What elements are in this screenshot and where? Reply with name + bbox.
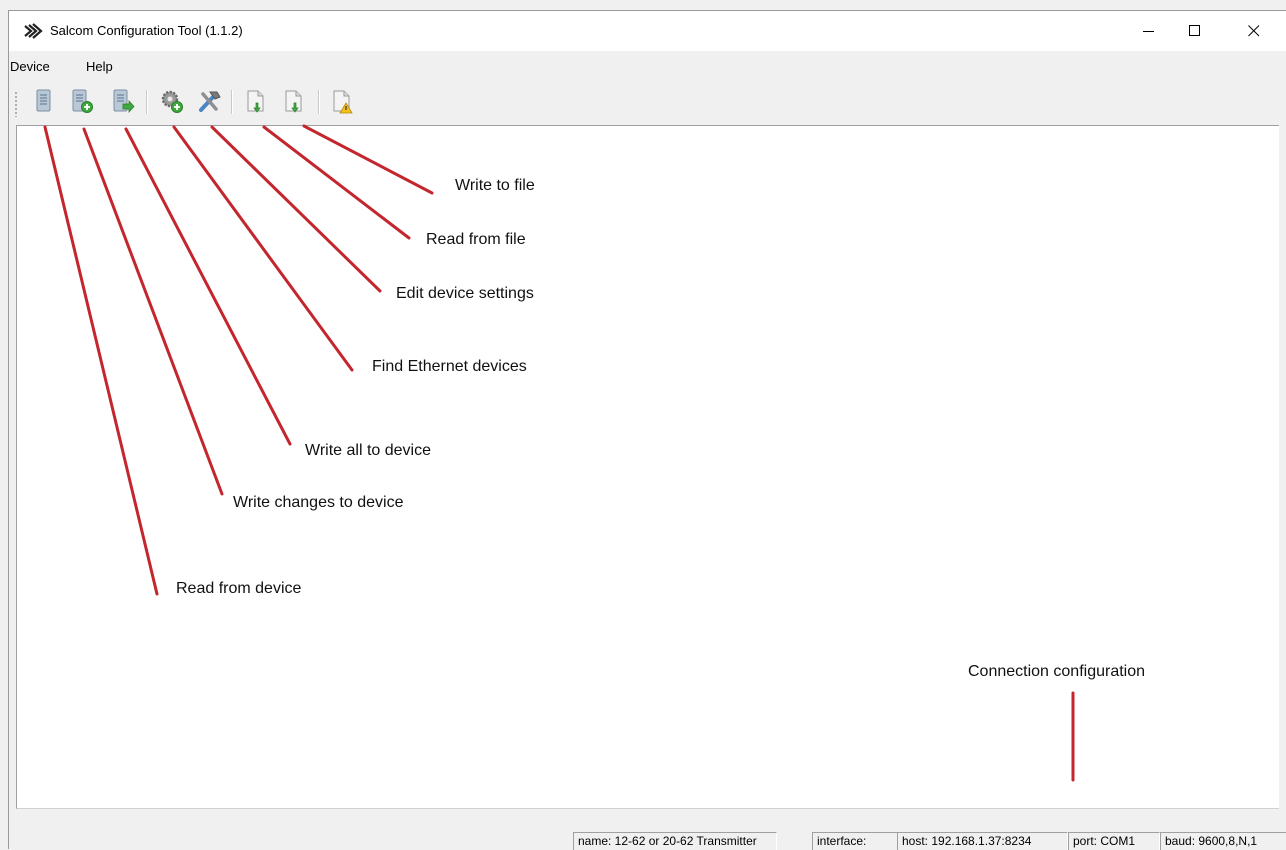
status-interface: interface: [812,832,898,850]
menu-device[interactable]: Device [10,59,50,74]
device-write-all-icon [113,89,135,114]
minimize-button[interactable] [1126,11,1172,51]
toolbar-separator [231,90,233,114]
status-host: host: 192.168.1.37:8234 [897,832,1068,850]
label-connection-configuration: Connection configuration [968,663,1146,680]
status-baud: baud: 9600,8,N,1 [1160,832,1286,850]
status-bar: name: 12-62 or 20-62 Transmitter interfa… [9,823,1286,850]
write-to-file-button[interactable] [282,88,306,114]
file-open-icon [247,90,264,113]
minimize-icon [1143,31,1154,32]
label-edit-device-settings: Edit device settings [396,285,534,302]
edit-device-settings-button[interactable] [196,88,221,114]
close-icon [1248,25,1260,37]
window-title: Salcom Configuration Tool (1.1.2) [50,23,243,38]
salcom-logo-icon [24,23,43,39]
maximize-button[interactable] [1172,11,1218,51]
title-bar[interactable]: Salcom Configuration Tool (1.1.2) [9,11,1286,51]
read-from-file-button[interactable] [244,88,268,114]
file-save-icon [285,90,302,113]
read-from-device-button[interactable] [32,88,56,114]
write-changes-to-device-button[interactable] [70,88,94,114]
label-write-to-file: Write to file [455,177,535,194]
main-content-area [16,125,1279,809]
write-all-to-device-button[interactable] [111,88,135,114]
status-port: port: COM1 [1068,832,1160,850]
toolbar [9,79,1286,123]
maximize-icon [1189,25,1200,36]
toolbar-separator [318,90,320,114]
label-read-from-device: Read from device [176,580,302,597]
menu-bar: Device Help [9,51,1286,79]
file-warning-button[interactable] [330,88,354,114]
device-write-changes-icon [72,89,93,113]
label-write-all-to-device: Write all to device [305,442,431,459]
device-read-icon [36,89,51,112]
tools-icon [199,91,221,112]
toolbar-grip[interactable] [14,91,18,117]
close-button[interactable] [1231,11,1277,51]
label-write-changes-to-device: Write changes to device [233,494,404,511]
file-warning-icon [333,90,353,114]
find-ethernet-devices-button[interactable] [160,88,184,114]
label-read-from-file: Read from file [426,231,526,248]
gear-add-icon [161,90,183,113]
toolbar-separator [146,90,148,114]
status-name: name: 12-62 or 20-62 Transmitter [573,832,777,850]
menu-help[interactable]: Help [86,59,113,74]
label-find-ethernet-devices: Find Ethernet devices [372,358,527,375]
